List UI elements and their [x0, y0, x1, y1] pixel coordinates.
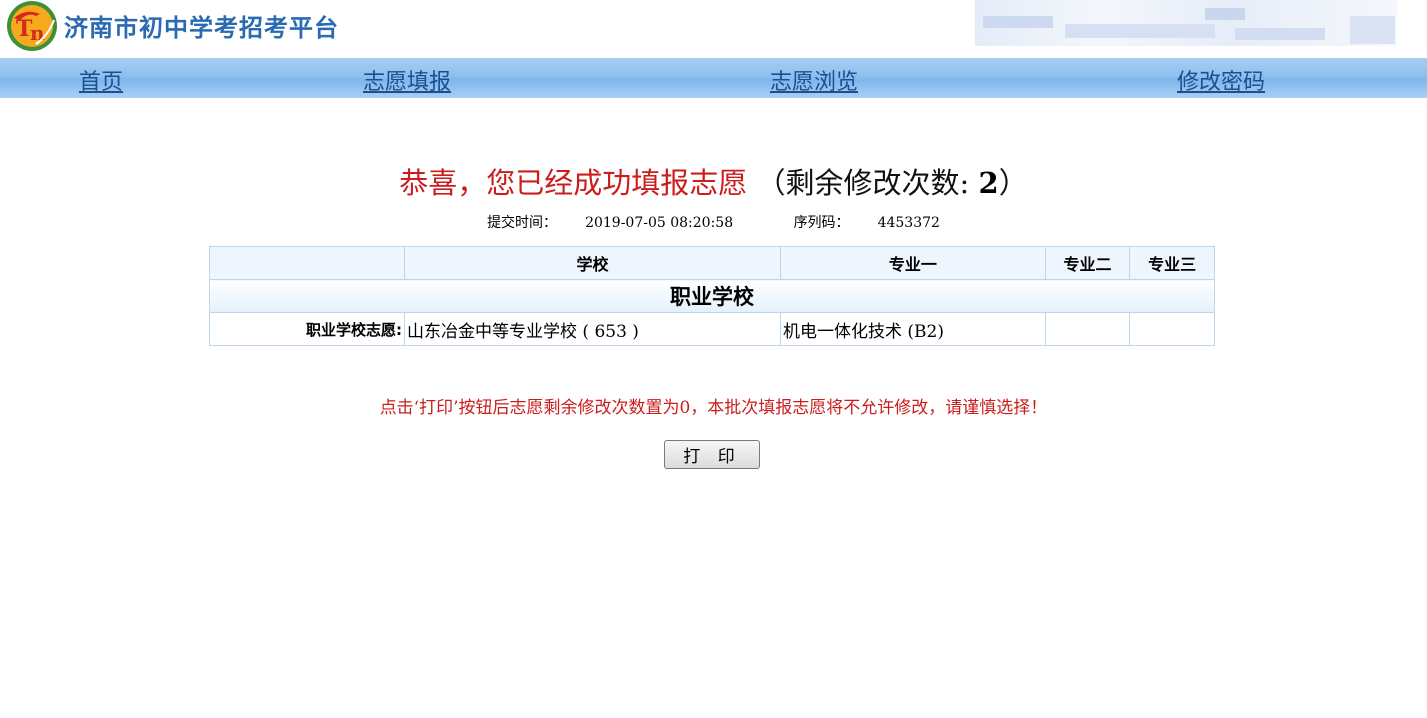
main-nav: 首页 志愿填报 志愿浏览 修改密码: [0, 58, 1427, 98]
header-school: 学校: [403, 246, 782, 280]
submit-time-label: 提交时间：: [487, 215, 558, 231]
remaining-prefix: （剩余修改次数:: [756, 166, 979, 200]
remaining-count: 2: [978, 166, 999, 200]
site-title: 济南市初中学考招考平台: [64, 13, 339, 42]
major2-cell: [1044, 312, 1131, 346]
major1-cell: 机电一体化技术 (B2): [780, 312, 1046, 346]
section-title: 职业学校: [209, 279, 1215, 313]
site-header: T n 济南市初中学考招考平台: [0, 0, 1427, 58]
choices-table: 学校 专业一 专业二 专业三 职业学校 职业学校志愿: 山东冶金中等专业学校 (…: [209, 246, 1215, 346]
remaining-suffix: ）: [998, 166, 1028, 200]
nav-browse[interactable]: 志愿浏览: [770, 64, 858, 96]
header-blank: [209, 246, 405, 280]
nav-apply[interactable]: 志愿填报: [363, 64, 451, 96]
submission-meta: 提交时间： 2019-07-05 08:20:58 序列码： 4453372: [0, 212, 1427, 232]
logo-tn-icon: T n: [7, 1, 57, 51]
success-message: 恭喜，您已经成功填报志愿 （剩余修改次数: 2）: [0, 160, 1427, 202]
submit-time: 2019-07-05 08:20:58: [585, 215, 734, 231]
print-warning: 点击‘打印’按钮后志愿剩余修改次数置为0，本批次填报志愿将不允许修改，请谨慎选择…: [379, 398, 1048, 418]
section-row: 职业学校: [209, 279, 1215, 313]
print-button[interactable]: 打 印: [664, 440, 760, 469]
serial-number: 4453372: [877, 215, 940, 231]
table-row: 职业学校志愿: 山东冶金中等专业学校 ( 653 ) 机电一体化技术 (B2): [209, 312, 1215, 346]
nav-change-password[interactable]: 修改密码: [1177, 64, 1265, 96]
nav-home[interactable]: 首页: [79, 64, 123, 96]
row-label: 职业学校志愿:: [209, 312, 405, 346]
school-cell: 山东冶金中等专业学校 ( 653 ): [403, 312, 782, 346]
blurred-user-info: [975, 0, 1397, 46]
svg-text:n: n: [30, 21, 45, 45]
header-major3: 专业三: [1129, 246, 1215, 280]
serial-label: 序列码：: [793, 215, 850, 231]
header-major2: 专业二: [1044, 246, 1131, 280]
table-header-row: 学校 专业一 专业二 专业三: [209, 246, 1215, 280]
congrats-text: 恭喜，您已经成功填报志愿: [399, 166, 748, 200]
header-major1: 专业一: [780, 246, 1046, 280]
major3-cell: [1129, 312, 1215, 346]
